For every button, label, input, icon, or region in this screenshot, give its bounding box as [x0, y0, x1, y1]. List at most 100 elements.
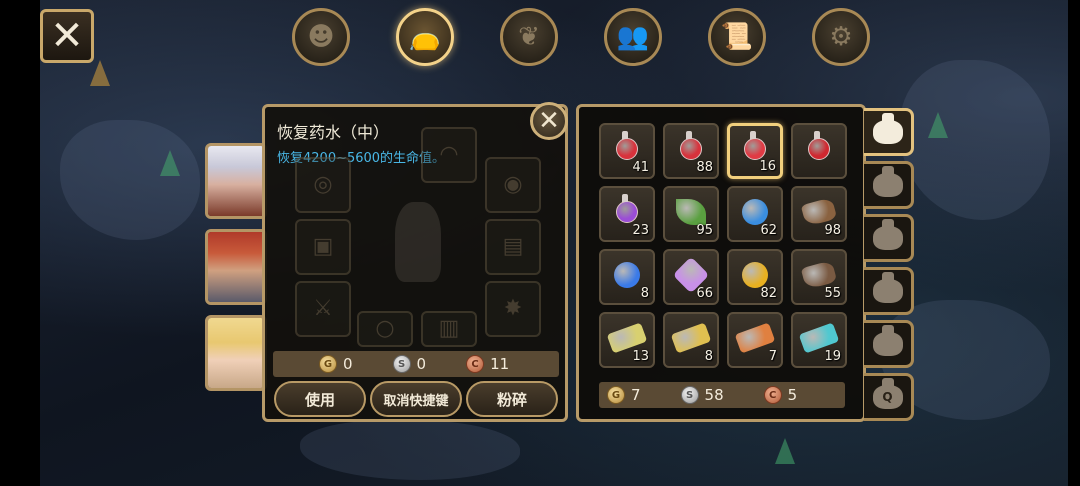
bag-icon	[872, 113, 903, 144]
item-count: 82	[760, 286, 777, 301]
red-potion-selected-icon	[744, 131, 766, 160]
bag-tab-2[interactable]	[864, 161, 914, 209]
boots-icon: ▥	[438, 316, 460, 341]
skill-leaf-tab-button[interactable]: ❦	[500, 8, 558, 66]
inventory-slot[interactable]: 66	[663, 249, 719, 305]
character-icon: ☻	[307, 22, 335, 52]
bag-tab-5[interactable]	[864, 320, 914, 368]
item-name: 恢复药水（中）	[277, 123, 390, 142]
equip-slot-necklace[interactable]: ◉	[485, 157, 541, 213]
bag-icon	[872, 325, 903, 356]
equip-slot-cloak[interactable]: ▤	[485, 219, 541, 275]
cave-rock	[60, 120, 200, 240]
copper-coin-icon: C	[466, 355, 485, 373]
green-crystal	[160, 150, 180, 176]
bag-tab-3[interactable]	[864, 214, 914, 262]
use-button[interactable]: 使用	[274, 381, 366, 417]
item-count: 7	[768, 349, 777, 364]
portrait-blonde-girl[interactable]	[205, 315, 267, 391]
item-count: 16	[759, 159, 776, 174]
quest-scroll-tab-button[interactable]: 📜	[708, 8, 766, 66]
silver-coin-icon: S	[680, 386, 699, 404]
equip-slot-weapon[interactable]: ⚔	[295, 281, 351, 337]
inventory-slot[interactable]: 98	[791, 186, 847, 242]
inventory-slot[interactable]: 7	[727, 312, 783, 368]
left-letterbox	[0, 0, 40, 486]
helmet-icon: ◠	[439, 142, 459, 167]
settings-gear-tab-button[interactable]: ⚙	[812, 8, 870, 66]
currency-bar: G 7 S 58 C 5	[599, 382, 845, 408]
currency-copper-value: 5	[787, 386, 798, 404]
bag-tab-4[interactable]	[864, 267, 914, 315]
portrait-red-hair-warrior[interactable]	[205, 229, 267, 305]
inventory-slot[interactable]: 8	[599, 249, 655, 305]
inventory-slot[interactable]: 13	[599, 312, 655, 368]
gold-coin-icon: G	[319, 355, 337, 373]
blue-gem-orb-icon	[742, 198, 768, 225]
inventory-slot[interactable]: 55	[791, 249, 847, 305]
bag-icon	[872, 272, 903, 303]
mace-icon: ✸	[503, 296, 523, 321]
item-count: 62	[760, 223, 777, 238]
inventory-slot[interactable]: 82	[727, 249, 783, 305]
equip-slot-armor[interactable]: ▣	[295, 219, 351, 275]
price-gold-value: 0	[343, 355, 353, 373]
detail-close-button[interactable]: ✕	[530, 102, 568, 140]
bag-tab-1[interactable]	[864, 108, 914, 156]
equip-slot-offhand[interactable]: ✸	[485, 281, 541, 337]
portrait-white-hair-hero[interactable]	[205, 143, 267, 219]
bag-icon	[872, 166, 903, 197]
currency-gold: G 7	[607, 386, 641, 404]
item-count: 55	[824, 286, 841, 301]
gold-coin-icon: G	[607, 386, 625, 404]
green-crystal	[775, 438, 795, 464]
price-copper-value: 11	[490, 355, 510, 373]
inventory-slot[interactable]	[791, 123, 847, 179]
item-count: 13	[632, 349, 649, 364]
inventory-slot[interactable]: 41	[599, 123, 655, 179]
price-silver: S 0	[392, 355, 427, 373]
currency-silver-value: 58	[704, 386, 724, 404]
ring-icon: ○	[375, 316, 395, 341]
cyan-seal-scroll-icon	[798, 322, 840, 354]
green-crystal	[928, 112, 948, 138]
price-gold: G 0	[319, 355, 353, 373]
bag-tab-button[interactable]: 👝	[396, 8, 454, 66]
green-crystal	[90, 60, 110, 86]
party-tab-button[interactable]: 👥	[604, 8, 662, 66]
sell-price-bar: G 0 S 0 C 11	[273, 351, 559, 377]
smash-button[interactable]: 粉碎	[466, 381, 558, 417]
necklace-icon: ◉	[503, 172, 523, 197]
inventory-slot[interactable]: 8	[663, 312, 719, 368]
price-silver-value: 0	[416, 355, 427, 373]
close-button[interactable]: ✕	[40, 9, 94, 63]
item-count: 95	[696, 223, 713, 238]
item-detail-panel: 恢复药水（中） 恢复4200~5600的生命值。 ◎ ◠ ◉ ▣ ▤ ⚔ ✸ ○…	[262, 104, 568, 422]
inventory-slot[interactable]: 62	[727, 186, 783, 242]
blue-swirl-orb-icon	[614, 261, 640, 288]
equip-slot-boots[interactable]: ▥	[421, 311, 477, 347]
equip-slot-helmet[interactable]: ◠	[421, 127, 477, 183]
armor-icon: ▣	[312, 234, 334, 259]
inventory-slot[interactable]: 88	[663, 123, 719, 179]
gold-apple-icon	[742, 261, 768, 288]
cave-rock	[900, 60, 1050, 220]
copper-coin-icon: C	[763, 386, 782, 404]
inventory-slot[interactable]: 23	[599, 186, 655, 242]
price-copper: C 11	[466, 355, 509, 373]
inventory-slot[interactable]: 19	[791, 312, 847, 368]
cancel-shortcut-button[interactable]: 取消快捷键	[370, 381, 462, 417]
quest-scroll-icon: 📜	[720, 22, 754, 52]
inventory-slot[interactable]: 95	[663, 186, 719, 242]
bag-tab-quest[interactable]: Q	[864, 373, 914, 421]
item-count: 8	[640, 286, 649, 301]
character-tab-button[interactable]: ☻	[292, 8, 350, 66]
item-count: 66	[696, 286, 713, 301]
inventory-slot[interactable]: 16	[727, 123, 783, 179]
weapon-icon: ⚔	[313, 296, 333, 321]
item-count: 23	[632, 223, 649, 238]
medium-red-potion-icon	[680, 130, 702, 160]
equip-slot-ring[interactable]: ○	[357, 311, 413, 347]
equip-slot-amulet[interactable]: ◎	[295, 157, 351, 213]
party-icon: 👥	[616, 22, 650, 52]
